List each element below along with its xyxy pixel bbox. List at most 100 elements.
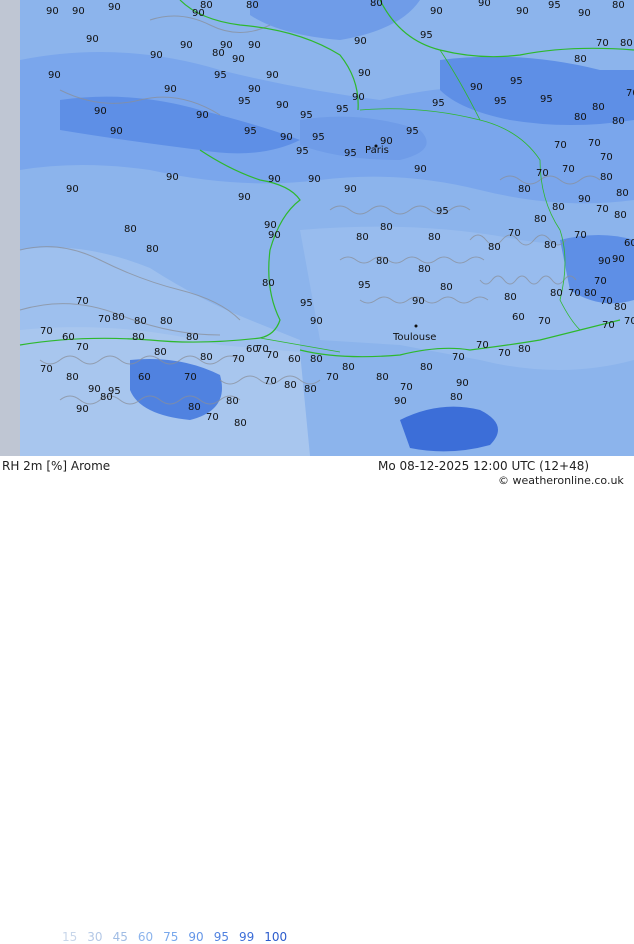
isoline-label: 80	[418, 264, 431, 275]
legend-value-60: 60	[137, 930, 154, 944]
map-footer: RH 2m [%] Arome Mo 08-12-2025 12:00 UTC …	[0, 456, 634, 944]
isoline-label: 95	[358, 280, 371, 291]
isoline-label: 90	[268, 230, 281, 241]
isoline-label: 95	[238, 96, 251, 107]
isoline-label: 80	[584, 288, 597, 299]
legend-value-30: 30	[87, 930, 103, 944]
isoline-label: 95	[406, 126, 419, 137]
isoline-label: 70	[596, 38, 609, 49]
isoline-label: 80	[518, 344, 531, 355]
isoline-label: 80	[614, 210, 627, 221]
isoline-label: 70	[76, 296, 89, 307]
isoline-label: 70	[232, 354, 245, 365]
isoline-label: 95	[244, 126, 257, 137]
isoline-label: 95	[432, 98, 445, 109]
city-label-toulouse: Toulouse	[392, 332, 436, 343]
isoline-label: 70	[554, 140, 567, 151]
isoline-label: 80	[616, 188, 629, 199]
isoline-label: 95	[510, 76, 523, 87]
isoline-label: 90	[354, 36, 367, 47]
isoline-label: 70	[266, 350, 279, 361]
city-label-paris: Paris	[365, 145, 389, 156]
isoline-label: 90	[110, 126, 123, 137]
isoline-label: 90	[238, 192, 251, 203]
isoline-label: 80	[310, 354, 323, 365]
isoline-label: 70	[624, 316, 634, 327]
isoline-label: 90	[94, 106, 107, 117]
isoline-label: 90	[164, 84, 177, 95]
isoline-label: 90	[280, 132, 293, 143]
isoline-label: 80	[450, 392, 463, 403]
isoline-label: 95	[436, 206, 449, 217]
color-legend: 15 30 45 60 75 90 95 99 100	[62, 930, 297, 944]
isoline-label: 80	[100, 392, 113, 403]
isoline-label: 80	[356, 232, 369, 243]
isoline-label: 80	[518, 184, 531, 195]
isoline-label: 80	[226, 396, 239, 407]
copyright[interactable]: © weatheronline.co.uk	[498, 474, 624, 487]
isoline-label: 90	[108, 2, 121, 13]
isoline-label: 70	[76, 342, 89, 353]
isoline-label: 70	[264, 376, 277, 387]
isoline-label: 80	[66, 372, 79, 383]
isoline-label: 80	[600, 172, 613, 183]
isoline-label: 70	[536, 168, 549, 179]
isoline-label: 80	[200, 352, 213, 363]
isoline-label: 70	[476, 340, 489, 351]
isoline-label: 80	[212, 48, 225, 59]
isoline-label: 80	[370, 0, 383, 9]
isoline-label: 80	[284, 380, 297, 391]
isoline-label: 70	[184, 372, 197, 383]
isoline-label: 90	[430, 6, 443, 17]
isoline-label: 90	[46, 6, 59, 17]
isoline-label: 80	[246, 0, 259, 11]
isoline-label: 80	[612, 116, 625, 127]
isoline-label: 70	[206, 412, 219, 423]
isoline-label: 80	[262, 278, 275, 289]
isoline-label: 90	[456, 378, 469, 389]
isoline-label: 80	[574, 112, 587, 123]
isoline-label: 80	[550, 288, 563, 299]
isoline-label: 70	[40, 364, 53, 375]
isoline-label: 70	[98, 314, 111, 325]
isoline-label: 70	[498, 348, 511, 359]
city-dot-toulouse	[414, 324, 418, 328]
isoline-label: 80	[132, 332, 145, 343]
isoline-label: 90	[266, 70, 279, 81]
isoline-label: 95	[312, 132, 325, 143]
isoline-label: 70	[538, 316, 551, 327]
isoline-label: 90	[598, 256, 611, 267]
isoline-label: 80	[552, 202, 565, 213]
map-edge-strip	[0, 0, 20, 456]
isoline-label: 80	[428, 232, 441, 243]
isoline-label: 80	[504, 292, 517, 303]
isoline-label: 70	[602, 320, 615, 331]
isoline-label: 90	[192, 8, 205, 19]
isoline-label: 80	[112, 312, 125, 323]
isoline-label: 70	[400, 382, 413, 393]
isoline-label: 70	[326, 372, 339, 383]
legend-value-15: 15	[62, 930, 78, 944]
isoline-label: 90	[268, 174, 281, 185]
isoline-label: 90	[166, 172, 179, 183]
isoline-label: 90	[394, 396, 407, 407]
isoline-label: 95	[296, 146, 309, 157]
isoline-label: 90	[180, 40, 193, 51]
isoline-label: 70	[626, 88, 634, 99]
legend-value-99: 99	[238, 930, 255, 944]
isoline-label: 70	[40, 326, 53, 337]
isoline-label: 90	[352, 92, 365, 103]
isoline-label: 80	[376, 256, 389, 267]
isoline-label: 70	[600, 296, 613, 307]
isoline-label: 90	[248, 40, 261, 51]
isoline-label: 80	[614, 302, 627, 313]
legend-value-95: 95	[213, 930, 229, 944]
isoline-label: 80	[544, 240, 557, 251]
isoline-label: 80	[376, 372, 389, 383]
isoline-label: 90	[276, 100, 289, 111]
isoline-label: 90	[72, 6, 85, 17]
isoline-label: 80	[488, 242, 501, 253]
isoline-label: 90	[516, 6, 529, 17]
isoline-label: 80	[134, 316, 147, 327]
isoline-label: 80	[574, 54, 587, 65]
